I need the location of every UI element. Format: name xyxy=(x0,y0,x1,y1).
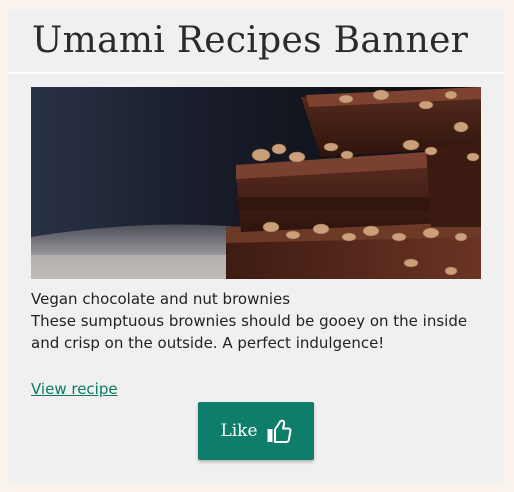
recipe-description: These sumptuous brownies should be gooey… xyxy=(31,312,468,352)
recipe-caption: Vegan chocolate and nut brownies These s… xyxy=(31,288,483,354)
title-divider xyxy=(8,72,504,74)
like-button-label: Like xyxy=(220,421,258,441)
view-recipe-link[interactable]: View recipe xyxy=(31,378,118,400)
banner-title: Umami Recipes Banner xyxy=(32,20,469,61)
thumbs-up-icon xyxy=(266,418,292,444)
like-button[interactable]: Like xyxy=(198,402,314,460)
recipe-name: Vegan chocolate and nut brownies xyxy=(31,290,291,308)
recipe-photo xyxy=(31,87,481,279)
recipe-banner-card: Umami Recipes Banner Vegan chocolate and… xyxy=(8,9,504,483)
